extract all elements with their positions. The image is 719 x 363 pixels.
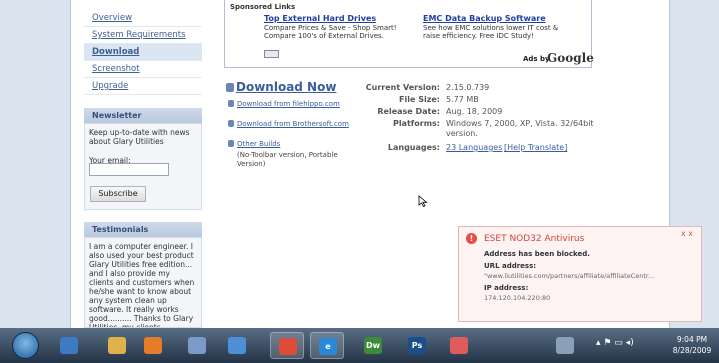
antivirus-notification[interactable]: ! ESET NOD32 Antivirus x x Address has b…: [458, 226, 702, 322]
clock-date[interactable]: 8/28/2009: [672, 346, 712, 355]
platforms-label: Platforms:: [392, 119, 440, 128]
download-icon: [228, 140, 234, 147]
languages-link[interactable]: 23 Languages: [446, 143, 502, 152]
newsletter-heading: Newsletter: [84, 108, 202, 123]
ad-choices-icon[interactable]: [264, 50, 279, 58]
newsletter-text: Keep up-to-date with news about Glary Ut…: [89, 128, 190, 146]
close-icon[interactable]: x x: [681, 229, 693, 238]
dreamweaver-icon: Dw: [364, 337, 382, 354]
sidebar-link-system-requirements[interactable]: System Requirements: [84, 27, 202, 44]
media-icon: [60, 337, 78, 354]
clock-time[interactable]: 9:04 PM: [672, 335, 712, 344]
chrome-icon: [279, 338, 297, 355]
explorer-icon: [108, 337, 126, 354]
ads-by-label: Ads by: [523, 55, 550, 63]
photoshop-icon: Ps: [408, 337, 426, 354]
page-border: [70, 0, 71, 328]
other-builds-note: (No-Toolbar version, Portable Version): [237, 151, 338, 168]
file-size-label: File Size:: [399, 95, 440, 104]
release-date-label: Release Date:: [377, 107, 440, 116]
network-icon: [188, 337, 206, 354]
taskbar-paint-button[interactable]: [442, 332, 476, 359]
left-gutter: [0, 0, 70, 328]
taskbar-explorer-button[interactable]: [100, 332, 134, 359]
download-now-link[interactable]: Download Now: [236, 80, 336, 94]
browser-page: Overview System Requirements Download Sc…: [0, 0, 719, 328]
testimonials-box: I am a computer engineer. I also used yo…: [84, 237, 202, 328]
start-button[interactable]: [12, 332, 39, 359]
testimonial-text: I am a computer engineer. I also used yo…: [89, 242, 195, 328]
testimonials-heading: Testimonials: [84, 222, 202, 237]
alert-icon: !: [466, 233, 477, 244]
sidebar-link-download[interactable]: Download: [84, 44, 202, 61]
subscribe-button[interactable]: Subscribe: [90, 186, 146, 202]
mouse-cursor-icon: [418, 195, 428, 207]
paint-icon: [450, 337, 468, 354]
sponsored-heading: Sponsored Links: [230, 3, 296, 11]
taskbar-player-button[interactable]: [136, 332, 170, 359]
ad-title-hard-drives[interactable]: Top External Hard Drives: [264, 14, 376, 23]
sponsored-links-box: Sponsored Links Top External Hard Drives…: [224, 0, 594, 68]
taskbar: ▴ ⚑ ▭ ◂) 9:04 PM 8/28/2009 e Dw Ps: [0, 328, 719, 363]
system-tray[interactable]: ▴ ⚑ ▭ ◂): [596, 338, 634, 348]
player-icon: [144, 337, 162, 354]
other-builds-link[interactable]: Other Builds: [237, 140, 280, 148]
url-value: "www.liutilities.com/partners/affiliate/…: [484, 272, 655, 280]
email-input[interactable]: [89, 163, 169, 176]
taskbar-photoshop-button[interactable]: Ps: [400, 332, 434, 359]
current-version-value: 2.15.0.739: [446, 83, 490, 92]
notification-message: Address has been blocked.: [484, 250, 590, 258]
taskbar-network-button[interactable]: [180, 332, 214, 359]
recycle-icon: [556, 337, 574, 354]
ad-desc-hard-drives: Compare Prices & Save - Shop Smart! Comp…: [264, 24, 397, 40]
download-filehippo-link[interactable]: Download from filehippo.com: [237, 100, 340, 108]
taskbar-ie-button[interactable]: e: [310, 332, 344, 359]
taskbar-media-button[interactable]: [52, 332, 86, 359]
download-icon: [226, 83, 234, 92]
release-date-value: Aug. 18, 2009: [446, 107, 503, 116]
tools-icon: [228, 337, 246, 354]
download-icon: [228, 100, 234, 107]
ie-icon: e: [319, 338, 337, 355]
help-translate-link[interactable]: [Help Translate]: [504, 143, 567, 152]
download-icon: [228, 120, 234, 127]
file-size-value: 5.77 MB: [446, 95, 479, 104]
languages-label: Languages:: [387, 143, 440, 152]
ad-title-emc-backup[interactable]: EMC Data Backup Software: [423, 14, 546, 23]
taskbar-recycle-button[interactable]: [548, 332, 582, 359]
sidebar-link-upgrade[interactable]: Upgrade: [84, 78, 202, 95]
ip-value: 174.120.104.220:80: [484, 294, 551, 302]
ad-desc-emc-backup: See how EMC solutions lower IT cost & ra…: [423, 24, 559, 40]
taskbar-tools-button[interactable]: [220, 332, 254, 359]
ip-label: IP address:: [484, 284, 529, 292]
current-version-label: Current Version:: [365, 83, 440, 92]
sidebar-link-overview[interactable]: Overview: [84, 10, 202, 27]
taskbar-chrome-button[interactable]: [270, 332, 304, 359]
platforms-value: Windows 7, 2000, XP, Vista. 32/64bit: [446, 119, 594, 128]
notification-title: ESET NOD32 Antivirus: [484, 234, 585, 244]
platforms-value-cont: version.: [446, 129, 478, 138]
google-logo[interactable]: Google: [547, 51, 594, 65]
taskbar-dreamweaver-button[interactable]: Dw: [356, 332, 390, 359]
sidebar-link-screenshot[interactable]: Screenshot: [84, 61, 202, 78]
url-label: URL address:: [484, 262, 537, 270]
